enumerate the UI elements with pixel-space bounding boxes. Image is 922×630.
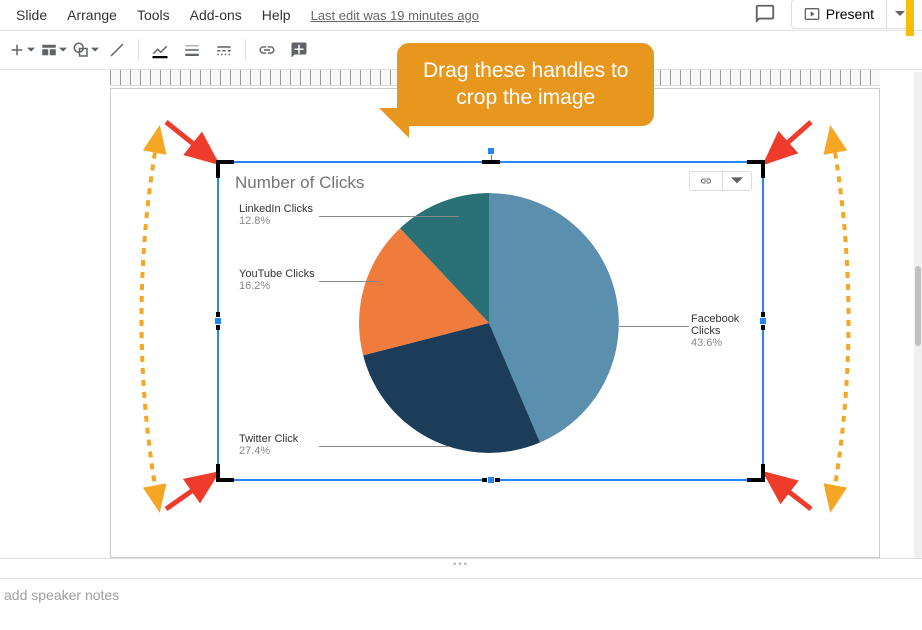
chart-title: Number of Clicks [235, 173, 364, 193]
border-color-button[interactable] [145, 35, 175, 65]
chevron-down-icon [731, 175, 743, 187]
shape-button[interactable] [70, 35, 100, 65]
callout-line2: crop the image [423, 84, 628, 111]
embedded-chart: Number of Clicks LinkedIn Clicks12.8% Yo… [219, 163, 762, 479]
speaker-notes-input[interactable] [4, 587, 918, 603]
pie-chart [359, 193, 619, 453]
slide[interactable]: Drag these handles to crop the image Num… [110, 88, 880, 558]
comment-icon [754, 3, 776, 25]
crop-handle-top-left[interactable] [216, 160, 234, 178]
menu-tools[interactable]: Tools [129, 3, 178, 27]
comments-button[interactable] [749, 0, 781, 30]
selection-handle-top[interactable] [487, 147, 495, 155]
present-button[interactable]: Present [792, 0, 886, 28]
link-icon [698, 175, 714, 187]
vertical-scrollbar[interactable] [914, 72, 922, 558]
selection-handle-bottom[interactable] [487, 476, 495, 484]
crop-selection-frame[interactable]: Number of Clicks LinkedIn Clicks12.8% Yo… [217, 161, 764, 481]
notes-resize-handle[interactable] [0, 558, 922, 568]
canvas-area: Drag these handles to crop the image Num… [0, 70, 922, 560]
label-linkedin: LinkedIn Clicks12.8% [239, 203, 313, 227]
menu-bar: Slide Arrange Tools Add-ons Help Last ed… [0, 0, 922, 30]
line-button[interactable] [102, 35, 132, 65]
selection-handle-right[interactable] [759, 317, 767, 325]
border-dash-button[interactable] [209, 35, 239, 65]
speaker-notes-panel [0, 578, 922, 630]
tutorial-callout: Drag these handles to crop the image [397, 43, 654, 126]
insert-link-button[interactable] [252, 35, 282, 65]
account-indicator[interactable] [906, 0, 914, 36]
dashed-arrow-left [119, 119, 169, 519]
label-twitter: Twitter Click27.4% [239, 433, 298, 457]
new-slide-button[interactable] [6, 35, 36, 65]
crop-handle-top[interactable] [482, 160, 500, 164]
last-edit-link[interactable]: Last edit was 19 minutes ago [311, 8, 479, 23]
border-weight-button[interactable] [177, 35, 207, 65]
menu-help[interactable]: Help [254, 3, 299, 27]
menu-slide[interactable]: Slide [8, 3, 55, 27]
selection-handle-left[interactable] [214, 317, 222, 325]
insert-comment-button[interactable] [284, 35, 314, 65]
present-button-group: Present [791, 0, 914, 29]
label-youtube: YouTube Clicks16.2% [239, 268, 315, 292]
caret-down-icon [895, 9, 905, 19]
crop-handle-bottom-right[interactable] [747, 464, 765, 482]
callout-line1: Drag these handles to [423, 57, 628, 84]
crop-handle-top-right[interactable] [747, 160, 765, 178]
label-facebook: Facebook Clicks43.6% [691, 313, 762, 349]
menu-arrange[interactable]: Arrange [59, 3, 125, 27]
crop-handle-bottom-left[interactable] [216, 464, 234, 482]
menu-addons[interactable]: Add-ons [182, 3, 250, 27]
present-icon [804, 6, 820, 22]
chart-controls [689, 171, 752, 191]
dashed-arrow-right [821, 119, 871, 519]
layout-button[interactable] [38, 35, 68, 65]
chart-link-button[interactable] [690, 172, 723, 190]
present-label: Present [826, 6, 874, 22]
